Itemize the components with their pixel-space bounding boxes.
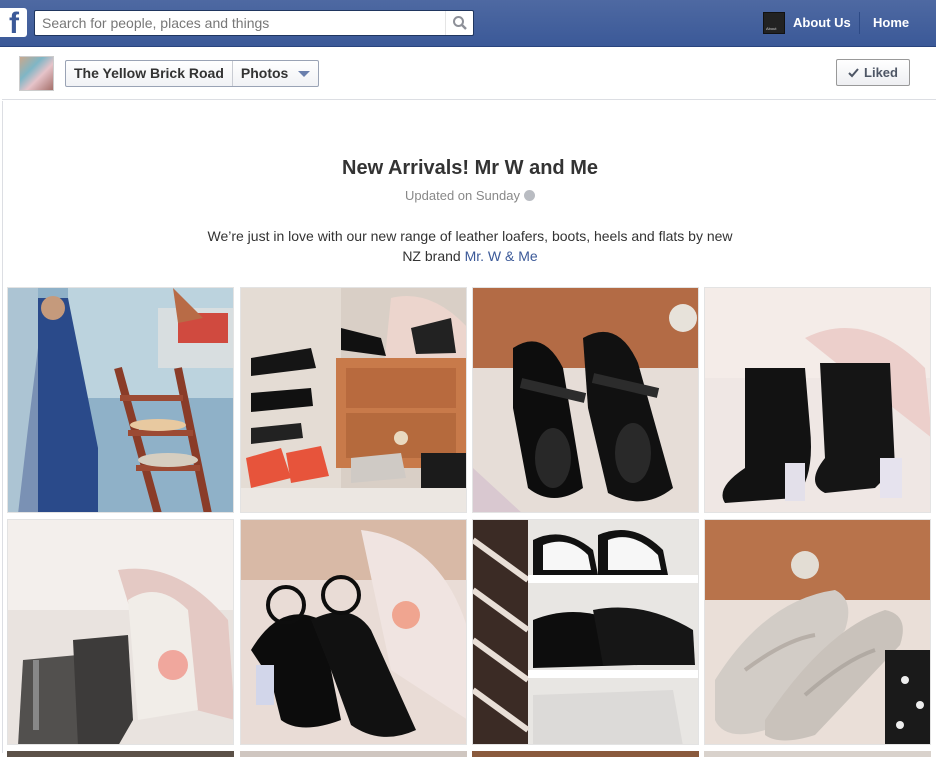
facebook-logo-icon[interactable]: f <box>0 8 27 39</box>
album-description: We’re just in love with our new range of… <box>203 226 737 266</box>
album-photo[interactable] <box>7 519 234 745</box>
album-photo-partial[interactable] <box>7 751 234 757</box>
photo-black-ankle-strap-heels <box>241 520 466 744</box>
album-photo[interactable] <box>704 287 931 513</box>
checkmark-icon <box>848 67 859 77</box>
search-box <box>34 10 474 36</box>
about-us-link[interactable]: About Us <box>793 15 851 30</box>
photo-black-white-loafers <box>473 520 698 744</box>
photo-shoes-drawers <box>241 288 466 512</box>
album-photo[interactable] <box>7 287 234 513</box>
top-navigation-bar: f About About Us Home <box>0 0 936 47</box>
chevron-down-icon <box>298 70 311 77</box>
photo-grey-ankle-boots <box>8 520 233 744</box>
liked-label: Liked <box>864 65 898 80</box>
album-photo[interactable] <box>240 519 467 745</box>
album-photo-partial[interactable] <box>472 751 699 757</box>
photo-grey-loafers <box>705 520 930 744</box>
photo-black-mary-janes <box>473 288 698 512</box>
page-header-bar: The Yellow Brick Road Photos Liked <box>2 47 936 100</box>
updated-text: Updated on Sunday <box>405 188 520 203</box>
globe-icon[interactable] <box>523 190 535 201</box>
breadcrumb-section-label: Photos <box>240 65 289 81</box>
album-photo[interactable] <box>472 287 699 513</box>
search-button[interactable] <box>445 11 473 35</box>
liked-button[interactable]: Liked <box>836 59 910 86</box>
brand-link[interactable]: Mr. W & Me <box>465 248 538 264</box>
nav-divider <box>859 12 860 34</box>
breadcrumb: The Yellow Brick Road Photos <box>65 60 320 87</box>
album-photo-partial[interactable] <box>704 751 931 757</box>
album-photo[interactable] <box>472 519 699 745</box>
album-title: New Arrivals! Mr W and Me <box>342 157 598 179</box>
search-input[interactable] <box>35 11 435 35</box>
home-link[interactable]: Home <box>873 15 909 30</box>
album-updated: Updated on Sunday <box>3 188 936 203</box>
page-thumbnail[interactable] <box>19 56 54 91</box>
album-content: New Arrivals! Mr W and Me Updated on Sun… <box>2 101 936 757</box>
breadcrumb-page-name[interactable]: The Yellow Brick Road <box>66 61 233 86</box>
breadcrumb-section-dropdown[interactable]: Photos <box>233 61 318 86</box>
page-avatar[interactable]: About <box>763 12 785 34</box>
album-photo-partial[interactable] <box>240 751 467 757</box>
search-icon <box>453 16 467 30</box>
photo-black-ankle-boots <box>705 288 930 512</box>
photo-dress-ladder <box>8 288 233 512</box>
album-photo[interactable] <box>704 519 931 745</box>
album-photo[interactable] <box>240 287 467 513</box>
